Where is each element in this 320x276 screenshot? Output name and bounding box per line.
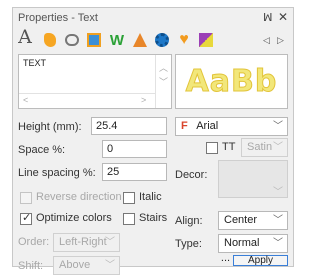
nav-next-icon[interactable]: ▷ [277,35,284,46]
text-input[interactable]: TEXT ︿ ﹀ < > [18,54,172,109]
text-value: TEXT [23,58,47,68]
outline-icon[interactable] [63,31,81,49]
align-select[interactable]: Center ﹀ [218,211,288,230]
font-marker-icon: F [181,120,188,132]
font-select[interactable]: F Arial ﹀ [175,117,288,136]
shift-label: Shift: [18,260,44,272]
horizontal-scrollbar[interactable]: < > [19,93,155,108]
stairs-label: Stairs [139,212,168,224]
line-spacing-label: Line spacing %: [18,167,96,179]
fill-icon[interactable] [41,31,59,49]
chevron-down-icon: ﹀ [105,237,115,248]
tt-checkbox[interactable] [206,142,218,154]
chevron-down-icon: ﹀ [273,238,283,249]
decor-label: Decor: [175,169,208,181]
line-spacing-input[interactable]: 25 [102,163,167,181]
more-button[interactable]: ... [218,253,233,265]
type-label: Type: [175,238,202,250]
align-value: Center [224,214,258,226]
picture-icon[interactable] [85,31,103,49]
preview-sample: AaBb [185,64,278,100]
apply-button[interactable]: Apply [233,255,288,266]
properties-text-panel: Properties - Text ꟽ ✕ A W ♥ ◁ ▷ TEXT ︿ ﹀… [12,7,294,275]
height-label: Height (mm): [18,121,82,133]
shift-value: Above [59,259,91,271]
order-label: Order: [18,236,50,248]
chevron-down-icon: ﹀ [273,215,283,226]
vertical-scrollbar[interactable]: ︿ ﹀ [155,55,171,108]
satin-value: Satin [247,141,273,153]
heart-icon[interactable]: ♥ [175,31,193,49]
chevron-down-icon: ﹀ [273,142,283,153]
italic-label: Italic [139,191,162,203]
italic-checkbox[interactable] [123,192,135,204]
space-label: Space %: [18,144,66,156]
optimize-colors-label: Optimize colors [36,212,112,224]
satin-select[interactable]: Satin ﹀ [241,138,288,157]
chevron-down-icon: ﹀ [273,121,283,132]
panel-title: Properties - Text [18,12,98,24]
reverse-direction-label: Reverse direction [36,191,122,203]
panel-titlebar: Properties - Text ꟽ ✕ [13,8,293,28]
pin-icon[interactable]: ꟽ [263,11,273,24]
scroll-down-icon[interactable]: ﹀ [159,75,168,88]
space-input[interactable]: 0 [102,140,167,158]
optimize-colors-checkbox[interactable] [20,211,32,225]
reverse-direction-checkbox[interactable] [20,192,32,204]
height-input[interactable]: 25.4 [91,117,167,135]
tt-label: TT [222,141,236,153]
type-select[interactable]: Normal ﹀ [218,234,288,253]
chevron-down-icon: ﹀ [105,260,115,271]
order-select[interactable]: Left-Right ﹀ [53,233,120,252]
palette-icon[interactable] [197,31,215,49]
scroll-up-icon[interactable]: ︿ [159,61,168,74]
decor-select[interactable]: ﹀ [218,160,288,198]
type-value: Normal [224,237,260,249]
scroll-right-icon[interactable]: > [141,95,146,105]
align-label: Align: [175,215,203,227]
zigzag-icon[interactable]: W [108,31,126,49]
font-value: Arial [196,120,219,132]
close-icon[interactable]: ✕ [278,10,288,24]
shift-select[interactable]: Above ﹀ [53,256,120,275]
order-value: Left-Right [59,236,107,248]
chevron-down-icon: ﹀ [273,187,283,198]
text-icon[interactable]: A [16,26,34,48]
stairs-checkbox[interactable] [123,213,135,225]
font-preview: AaBb [175,54,288,109]
toolbar: A W ♥ ◁ ▷ [13,26,293,54]
arrow-icon[interactable] [131,31,149,49]
nav-prev-icon[interactable]: ◁ [263,35,270,46]
gear-icon[interactable] [153,31,171,49]
scroll-left-icon[interactable]: < [23,95,28,105]
